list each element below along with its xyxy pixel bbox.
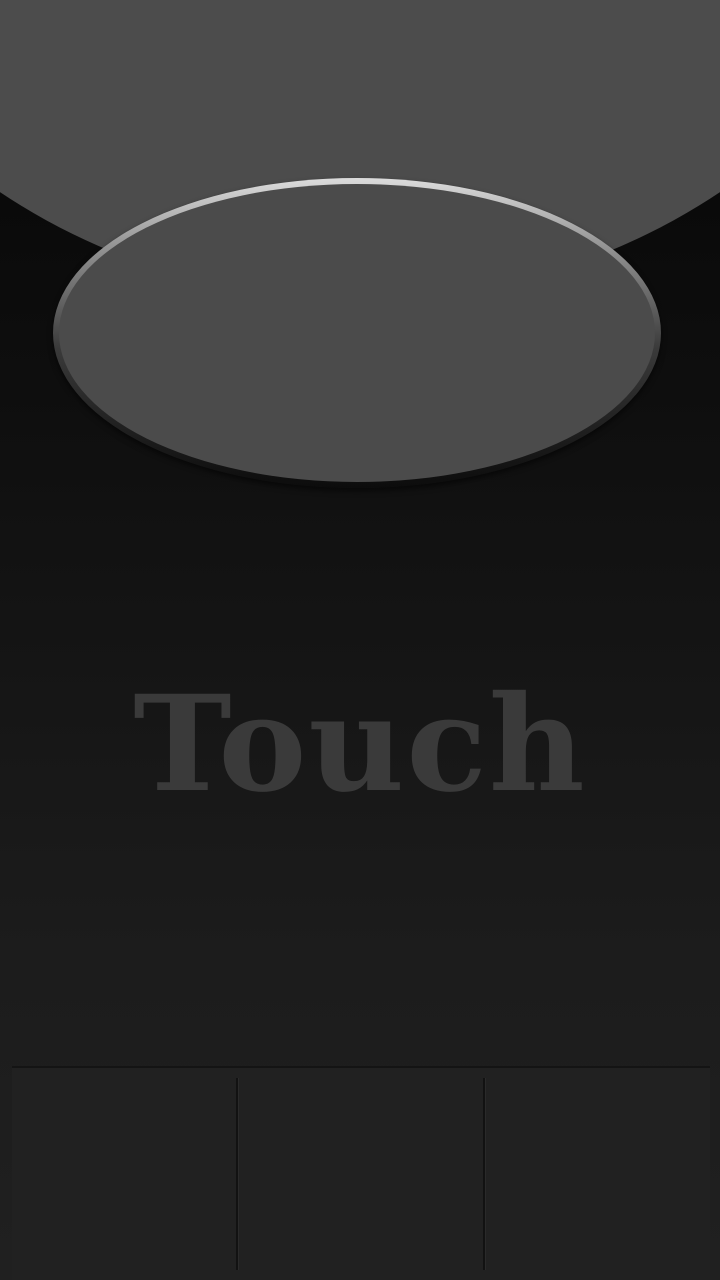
bottom-segment-right[interactable] bbox=[484, 1068, 710, 1280]
bottom-divider-right bbox=[483, 1078, 485, 1270]
bottom-segment-left[interactable] bbox=[12, 1068, 236, 1280]
touch-label: Touch bbox=[133, 667, 587, 822]
touch-button[interactable] bbox=[53, 178, 661, 488]
touch-screen: Touch bbox=[0, 0, 720, 1280]
bottom-divider-left bbox=[236, 1078, 238, 1270]
bottom-segment-center[interactable] bbox=[236, 1068, 484, 1280]
bottom-bar bbox=[12, 1066, 710, 1280]
touch-button-face[interactable] bbox=[59, 184, 655, 482]
